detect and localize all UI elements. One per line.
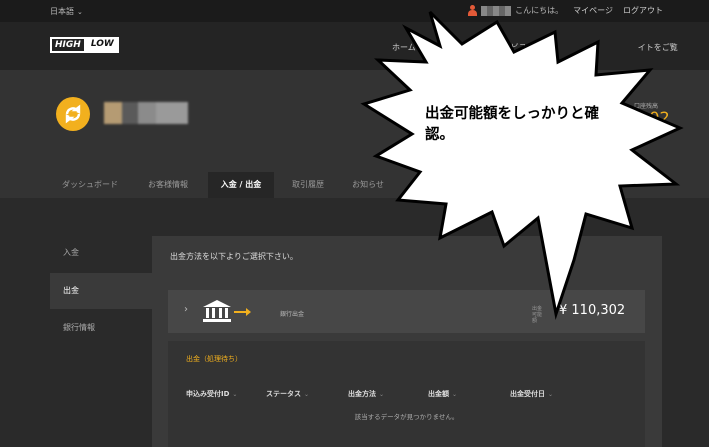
- highlow-logo[interactable]: HIGH LOW: [50, 37, 119, 53]
- bank-icon: [203, 300, 231, 322]
- bank-withdraw-row[interactable]: › 銀行出金 出金可能額 ¥ 110,302: [168, 290, 645, 333]
- sort-icon: ⌄: [452, 391, 458, 398]
- logo-high: HIGH: [50, 37, 86, 53]
- callout-text: 出金可能額をしっかりと確認。: [425, 106, 599, 143]
- panel-title: 出金方法を以下よりご選択下さい。: [170, 252, 298, 261]
- pending-withdrawals: 出金（処理待ち） 申込み受付ID ⌄ ステータス ⌄ 出金方法 ⌄ 出金額 ⌄ 出金受付…: [168, 341, 645, 447]
- sort-icon: ⌄: [379, 391, 385, 398]
- tab-notices[interactable]: お知らせ: [335, 172, 401, 198]
- blurred-username: [481, 5, 512, 16]
- balance-value: ,302: [634, 108, 670, 127]
- user-area: こんにちは。 マイページ ログアウト: [468, 5, 663, 16]
- empty-message: 該当するデータが見つかりません。: [354, 413, 459, 421]
- refresh-avatar-icon: [56, 97, 90, 131]
- arrow-right-icon: [234, 308, 251, 316]
- column-header-date[interactable]: 出金受付日 ⌄: [510, 389, 553, 399]
- chevron-right-icon: ›: [184, 304, 188, 315]
- column-header-amount[interactable]: 出金額 ⌄: [428, 389, 457, 399]
- nav-home[interactable]: ホーム: [392, 42, 416, 53]
- available-label: 出金可能額: [532, 306, 543, 324]
- column-header-id[interactable]: 申込み受付ID ⌄: [186, 389, 237, 399]
- top-bar: 日本語 ⌄ こんにちは。 マイページ ログアウト: [0, 0, 709, 22]
- sort-icon: ⌄: [548, 391, 554, 398]
- nav-site[interactable]: イトをご覧: [638, 42, 678, 53]
- column-header-status[interactable]: ステータス ⌄: [266, 389, 309, 399]
- tab-deposit-withdraw[interactable]: 入金 / 出金: [208, 172, 274, 198]
- column-header-method[interactable]: 出金方法 ⌄: [348, 389, 384, 399]
- method-name: 銀行出金: [280, 311, 305, 318]
- tab-bar: ダッシュボード お客様情報 入金 / 出金 取引履歴 お知らせ: [0, 172, 709, 198]
- mypage-link[interactable]: マイページ: [573, 5, 613, 16]
- withdraw-panel: 出金方法を以下よりご選択下さい。 › 銀行出金 出金可能額 ¥ 110,302 …: [152, 236, 662, 447]
- greeting-text: こんにちは。: [515, 6, 564, 15]
- tab-trade-history[interactable]: 取引履歴: [275, 172, 341, 198]
- tab-dashboard[interactable]: ダッシュボード: [48, 172, 132, 198]
- language-label: 日本語: [50, 7, 74, 16]
- sidebar-item-withdraw[interactable]: 出金: [50, 273, 152, 309]
- chevron-down-icon: ⌄: [77, 8, 83, 16]
- pending-title: 出金（処理待ち）: [186, 355, 242, 363]
- sidebar-item-deposit[interactable]: 入金: [50, 235, 152, 271]
- site-header: HIGH LOW ホーム ビス案内 イトをご覧: [0, 22, 709, 70]
- sort-icon: ⌄: [304, 391, 310, 398]
- sort-icon: ⌄: [232, 391, 238, 398]
- main-nav: ホーム ビス案内 イトをご覧: [392, 42, 678, 53]
- blurred-account-name: [104, 102, 188, 124]
- logout-link[interactable]: ログアウト: [623, 5, 663, 16]
- available-amount: ¥ 110,302: [559, 303, 626, 318]
- nav-service[interactable]: ビス案内: [511, 42, 543, 53]
- sidebar-item-bank-info[interactable]: 銀行情報: [50, 310, 152, 346]
- language-selector[interactable]: 日本語 ⌄: [50, 6, 83, 17]
- user-icon: [468, 5, 478, 16]
- logo-low: LOW: [85, 37, 119, 53]
- tab-customer-info[interactable]: お客様情報: [135, 172, 201, 198]
